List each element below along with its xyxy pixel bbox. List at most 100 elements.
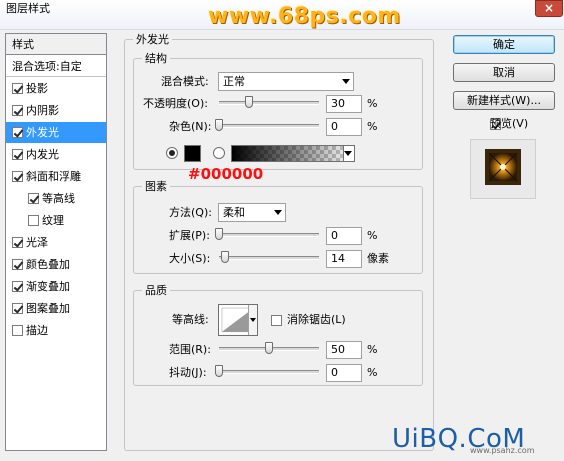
cancel-button[interactable]: 取消 [453, 63, 555, 82]
glow-gradient-picker[interactable] [231, 145, 355, 162]
range-input[interactable]: 50 [326, 341, 362, 359]
close-button[interactable]: × [535, 0, 563, 17]
noise-slider-thumb[interactable] [215, 119, 223, 131]
structure-title: 结构 [142, 52, 170, 65]
style-item-label: 图案叠加 [26, 302, 70, 315]
chevron-down-icon [344, 151, 352, 156]
range-label: 范围(R): [169, 343, 211, 356]
jitter-unit: % [367, 366, 378, 379]
checkbox-gradient-overlay[interactable] [12, 281, 23, 292]
style-item-outer-glow[interactable]: 外发光 [6, 122, 106, 143]
blend-mode-label: 混合模式: [161, 75, 209, 88]
style-item-inner-shadow[interactable]: 内阴影 [6, 100, 106, 121]
jitter-slider-thumb[interactable] [215, 365, 223, 377]
style-item-stroke[interactable]: 描边 [6, 320, 106, 341]
jitter-slider-track[interactable] [219, 370, 319, 374]
technique-label: 方法(Q): [169, 206, 212, 219]
ok-button[interactable]: 确定 [453, 35, 555, 54]
style-preview [470, 139, 536, 199]
anti-alias-label[interactable]: 消除锯齿(L) [287, 311, 346, 329]
solid-color-radio[interactable] [166, 147, 178, 159]
style-item-satin[interactable]: 光泽 [6, 232, 106, 253]
jitter-label: 抖动(J): [169, 366, 207, 379]
style-item-pattern-overlay[interactable]: 图案叠加 [6, 298, 106, 319]
style-item-bevel-emboss[interactable]: 斜面和浮雕 [6, 166, 106, 187]
preview-label[interactable]: 预览(V) [490, 115, 528, 133]
quality-title: 品质 [142, 284, 170, 297]
chevron-down-icon [274, 210, 282, 215]
preview-thumbnail-icon [485, 149, 521, 185]
size-unit: 像素 [367, 252, 389, 265]
new-style-button[interactable]: 新建样式(W)... [453, 91, 555, 110]
style-item-label: 等高线 [42, 192, 75, 205]
style-item-color-overlay[interactable]: 颜色叠加 [6, 254, 106, 275]
style-item-label: 纹理 [42, 214, 64, 227]
outer-glow-title: 外发光 [133, 33, 172, 46]
style-list: 样式 混合选项:自定 投影 内阴影 外发光 内发光 斜面和浮雕 等高线 纹理 光… [5, 33, 107, 451]
chevron-down-icon [342, 79, 350, 84]
opacity-unit: % [367, 97, 378, 110]
style-item-label: 内发光 [26, 148, 59, 161]
style-item-drop-shadow[interactable]: 投影 [6, 78, 106, 99]
opacity-slider-track[interactable] [219, 101, 319, 105]
spread-slider-thumb[interactable] [215, 228, 223, 240]
elements-title: 图素 [142, 180, 170, 193]
checkbox-stroke[interactable] [12, 325, 23, 336]
style-item-label: 斜面和浮雕 [26, 170, 81, 183]
checkbox-satin[interactable] [12, 237, 23, 248]
checkbox-color-overlay[interactable] [12, 259, 23, 270]
opacity-label: 不透明度(O): [143, 97, 208, 110]
style-item-label: 外发光 [26, 126, 59, 139]
range-slider-thumb[interactable] [265, 342, 273, 354]
style-item-texture[interactable]: 纹理 [6, 210, 106, 231]
checkbox-drop-shadow[interactable] [12, 83, 23, 94]
opacity-slider-thumb[interactable] [245, 96, 253, 108]
style-item-label: 光泽 [26, 236, 48, 249]
watermark-top: www.68ps.com [208, 4, 401, 29]
noise-input[interactable]: 0 [326, 118, 362, 136]
gradient-radio[interactable] [213, 147, 225, 159]
style-item-inner-glow[interactable]: 内发光 [6, 144, 106, 165]
checkbox-bevel-emboss[interactable] [12, 171, 23, 182]
contour-picker[interactable] [218, 304, 258, 336]
checkbox-texture[interactable] [28, 215, 39, 226]
opacity-input[interactable]: 30 [326, 95, 362, 113]
style-item-label: 描边 [26, 324, 48, 337]
style-item-gradient-overlay[interactable]: 渐变叠加 [6, 276, 106, 297]
noise-slider-track[interactable] [219, 124, 319, 128]
range-unit: % [367, 343, 378, 356]
style-item-contour[interactable]: 等高线 [6, 188, 106, 209]
blend-mode-value: 正常 [223, 75, 245, 88]
size-label: 大小(S): [169, 252, 211, 265]
technique-value: 柔和 [223, 206, 245, 219]
annotation-color-text: #000000 [188, 165, 264, 183]
checkbox-contour[interactable] [28, 193, 39, 204]
blend-mode-select[interactable]: 正常 [218, 72, 354, 91]
checkbox-outer-glow[interactable] [12, 127, 23, 138]
spread-slider-track[interactable] [219, 233, 319, 237]
size-slider-track[interactable] [219, 256, 319, 260]
style-list-header[interactable]: 样式 [6, 34, 106, 55]
noise-label: 杂色(N): [169, 120, 212, 133]
checkbox-pattern-overlay[interactable] [12, 303, 23, 314]
checkbox-inner-shadow[interactable] [12, 105, 23, 116]
spread-input[interactable]: 0 [326, 227, 362, 245]
jitter-input[interactable]: 0 [326, 364, 362, 382]
checkbox-inner-glow[interactable] [12, 149, 23, 160]
spread-label: 扩展(P): [169, 229, 210, 242]
chevron-down-icon [250, 318, 256, 322]
size-slider-thumb[interactable] [221, 251, 229, 263]
anti-alias-checkbox[interactable] [271, 315, 282, 326]
contour-label: 等高线: [172, 313, 209, 326]
spread-unit: % [367, 229, 378, 242]
blend-options-item[interactable]: 混合选项:自定 [6, 56, 106, 77]
style-item-label: 投影 [26, 82, 48, 95]
technique-select[interactable]: 柔和 [218, 203, 286, 222]
style-item-label: 内阴影 [26, 104, 59, 117]
noise-unit: % [367, 120, 378, 133]
style-item-label: 颜色叠加 [26, 258, 70, 271]
glow-color-swatch[interactable] [184, 145, 201, 162]
watermark-bottom-url: www.psahz.com [470, 446, 535, 455]
size-input[interactable]: 14 [326, 250, 362, 268]
style-item-label: 渐变叠加 [26, 280, 70, 293]
